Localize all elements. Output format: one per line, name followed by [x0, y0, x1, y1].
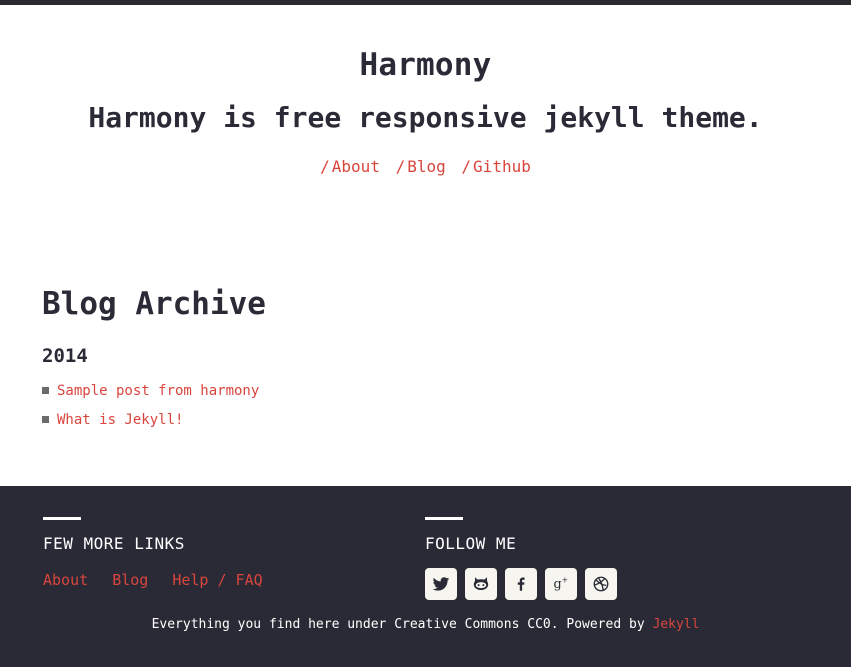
copyright: Everything you find here under Creative …: [0, 617, 851, 632]
google-plus-icon: g +: [554, 576, 569, 592]
top-bar: [0, 0, 851, 5]
post-link[interactable]: What is Jekyll!: [57, 411, 183, 429]
nav-link-github[interactable]: / Github: [461, 157, 530, 176]
section-divider: [43, 517, 81, 520]
github-button[interactable]: [465, 568, 497, 600]
nav-separator: /: [395, 157, 406, 176]
footer-link-blog[interactable]: Blog: [112, 571, 148, 589]
footer-link-help-faq[interactable]: Help / FAQ: [172, 571, 262, 589]
site-title[interactable]: Harmony: [0, 47, 851, 83]
twitter-button[interactable]: [425, 568, 457, 600]
nav-link-about[interactable]: / About: [320, 157, 380, 176]
facebook-icon: [517, 577, 525, 591]
svg-text:+: +: [562, 576, 568, 585]
footer-link-about[interactable]: About: [43, 571, 88, 589]
list-item: What is Jekyll!: [42, 411, 259, 440]
post-list: Sample post from harmony What is Jekyll!: [42, 382, 259, 440]
list-item: Sample post from harmony: [42, 382, 259, 411]
site-description: Harmony is free responsive jekyll theme.: [88, 101, 763, 134]
copyright-text: Everything you find here under Creative …: [151, 617, 653, 632]
social-links: g +: [425, 568, 617, 600]
nav-separator: /: [461, 157, 472, 176]
nav-separator: /: [320, 157, 330, 176]
main-nav: / About / Blog / Github: [0, 157, 851, 176]
more-links-title: FEW MORE LINKS: [43, 534, 185, 553]
nav-link-label: About: [331, 157, 380, 176]
nav-link-label: Github: [473, 157, 531, 176]
dribbble-icon: [593, 576, 609, 592]
facebook-button[interactable]: [505, 568, 537, 600]
svg-text:g: g: [554, 577, 562, 592]
bullet-icon: [42, 416, 49, 423]
github-icon: [473, 577, 489, 590]
site-footer: FEW MORE LINKS About Blog Help / FAQ FOL…: [0, 486, 851, 667]
bullet-icon: [42, 387, 49, 394]
footer-links: About Blog Help / FAQ: [43, 571, 278, 589]
google-plus-button[interactable]: g +: [545, 568, 577, 600]
page-title: Blog Archive: [42, 286, 266, 322]
archive-year: 2014: [42, 345, 88, 367]
twitter-icon: [432, 577, 450, 591]
nav-link-label: Blog: [407, 157, 446, 176]
dribbble-button[interactable]: [585, 568, 617, 600]
jekyll-link[interactable]: Jekyll: [652, 617, 699, 632]
follow-title: FOLLOW ME: [425, 534, 517, 553]
post-link[interactable]: Sample post from harmony: [57, 382, 259, 400]
section-divider: [425, 517, 463, 520]
nav-link-blog[interactable]: / Blog: [396, 157, 446, 176]
